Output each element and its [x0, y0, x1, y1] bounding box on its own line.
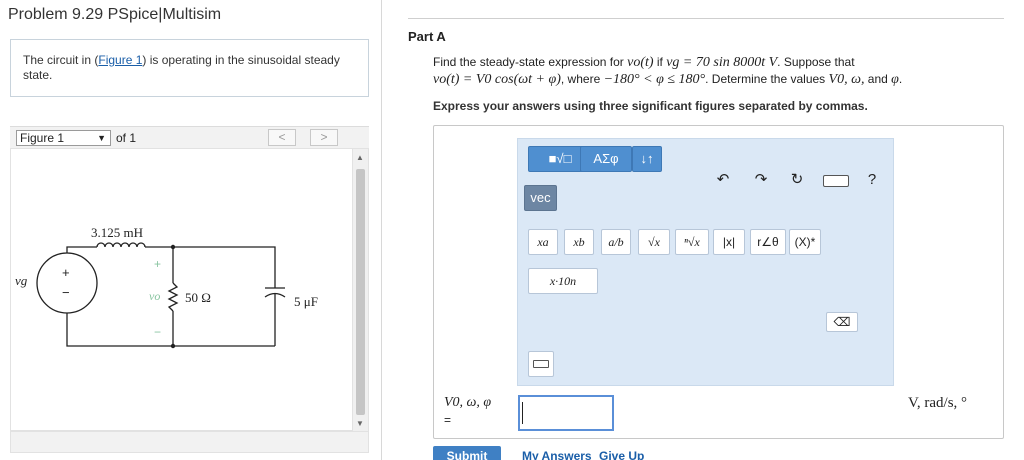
problem-title: Problem 9.29 PSpice|Multisim: [8, 6, 222, 23]
conjugate-button[interactable]: (X)*: [789, 229, 821, 255]
fraction-button[interactable]: a/b: [601, 229, 631, 255]
arrows-button[interactable]: ↓↑: [632, 146, 662, 172]
subscript-button-label: xb: [573, 235, 585, 249]
polar-button[interactable]: r∠θ: [750, 229, 786, 255]
inductor-label: 3.125 mH: [91, 225, 143, 240]
part-title: Part A: [408, 29, 446, 44]
submit-button[interactable]: Submit: [433, 446, 501, 460]
problem-description: The circuit in (Figure 1) is operating i…: [10, 39, 369, 97]
question-text-segment: .: [898, 72, 903, 86]
output-plus-label: +: [154, 257, 162, 271]
math-phi: φ: [891, 72, 899, 87]
source-minus-label: −: [62, 285, 70, 300]
question-text-segment: Find the steady-state expression for: [433, 55, 628, 69]
figure-footer: [10, 431, 369, 453]
undo-icon[interactable]: ↶: [713, 170, 733, 190]
math-vg: vg = 70 sin 8000t V: [666, 55, 778, 70]
redo-icon[interactable]: ↷: [751, 170, 771, 190]
math-vo: vo(t): [627, 55, 654, 70]
question-text: Find the steady-state expression for vo(…: [433, 54, 993, 88]
give-up-button[interactable]: Give Up: [599, 449, 644, 460]
subscript-button[interactable]: xb: [564, 229, 594, 255]
next-figure-button[interactable]: >: [310, 129, 338, 146]
sqrt-button[interactable]: √x: [638, 229, 670, 255]
scroll-down-icon[interactable]: ▼: [356, 419, 364, 428]
nth-root-button[interactable]: ⁿ√x: [675, 229, 709, 255]
source-plus-label: +: [62, 265, 70, 280]
chevron-down-icon: ▼: [97, 133, 106, 143]
description-text-pre: The circuit in (: [23, 53, 99, 67]
answer-instruction: Express your answers using three signifi…: [433, 99, 868, 113]
answer-label: V0, ω, φ: [444, 395, 492, 410]
source-label: vg: [15, 273, 28, 288]
scroll-up-icon[interactable]: ▲: [356, 153, 364, 162]
absolute-value-button[interactable]: |x|: [713, 229, 745, 255]
keyboard-icon: [533, 360, 549, 368]
nth-root-button-label: ⁿ√x: [684, 235, 700, 249]
my-answers-button[interactable]: My Answers: [522, 449, 592, 460]
figure-scrollbar[interactable]: ▲ ▼: [352, 149, 368, 432]
keyboard-toggle-button[interactable]: [528, 351, 554, 377]
problem-panel: Problem 9.29 PSpice|Multisim The circuit…: [0, 0, 382, 460]
answer-input[interactable]: [518, 395, 614, 431]
resistor-label: 50 Ω: [185, 290, 211, 305]
power-button-label: xa: [537, 235, 549, 249]
figure-navigation-bar: Figure 1 ▼ of 1 < >: [10, 126, 369, 148]
text-cursor: [522, 402, 523, 424]
scrollbar-thumb[interactable]: [356, 169, 365, 415]
math-phi-range: −180° < φ ≤ 180°: [603, 72, 706, 87]
power-button[interactable]: xa: [528, 229, 558, 255]
question-text-segment: if: [653, 55, 667, 69]
question-line-2: vo(t) = V0 cos(ωt + φ), where −180° < φ …: [433, 71, 993, 88]
math-vo-expression: vo(t) = V0 cos(ωt + φ): [433, 72, 561, 87]
vector-button[interactable]: vec: [524, 185, 557, 211]
output-label: vo: [149, 289, 161, 303]
answer-units: V, rad/s, °: [908, 395, 968, 411]
keyboard-icon[interactable]: [823, 175, 849, 187]
figure-select[interactable]: Figure 1 ▼: [16, 130, 111, 146]
figure-count: of 1: [116, 131, 137, 145]
figure-select-value: Figure 1: [20, 131, 65, 145]
answer-equals: =: [444, 413, 452, 427]
reset-icon[interactable]: ↻: [787, 170, 807, 190]
header-divider: [408, 18, 1004, 19]
math-v0-omega: V0, ω,: [828, 72, 865, 87]
scientific-notation-label: x·10n: [549, 274, 577, 288]
help-button[interactable]: ?: [862, 170, 882, 190]
previous-figure-button[interactable]: <: [268, 129, 296, 146]
figure-viewport: + − vg 3.125 mH + vo − 50 Ω 5 μF ▲ ▼: [10, 148, 369, 432]
output-minus-label: −: [154, 325, 162, 339]
question-text-segment: and: [864, 72, 892, 86]
figure-1-link[interactable]: Figure 1: [98, 53, 142, 67]
question-line-1: Find the steady-state expression for vo(…: [433, 54, 993, 71]
sqrt-button-label: √x: [648, 235, 660, 249]
fraction-button-label: a/b: [608, 235, 624, 249]
greek-symbols-button[interactable]: ΑΣφ: [580, 146, 632, 172]
question-text-segment: , where: [560, 72, 604, 86]
capacitor-label: 5 μF: [294, 294, 318, 309]
question-text-segment: . Determine the values: [705, 72, 829, 86]
scientific-notation-button[interactable]: x·10n: [528, 268, 598, 294]
backspace-icon[interactable]: ⌫: [826, 312, 858, 332]
question-text-segment: . Suppose that: [777, 55, 855, 69]
